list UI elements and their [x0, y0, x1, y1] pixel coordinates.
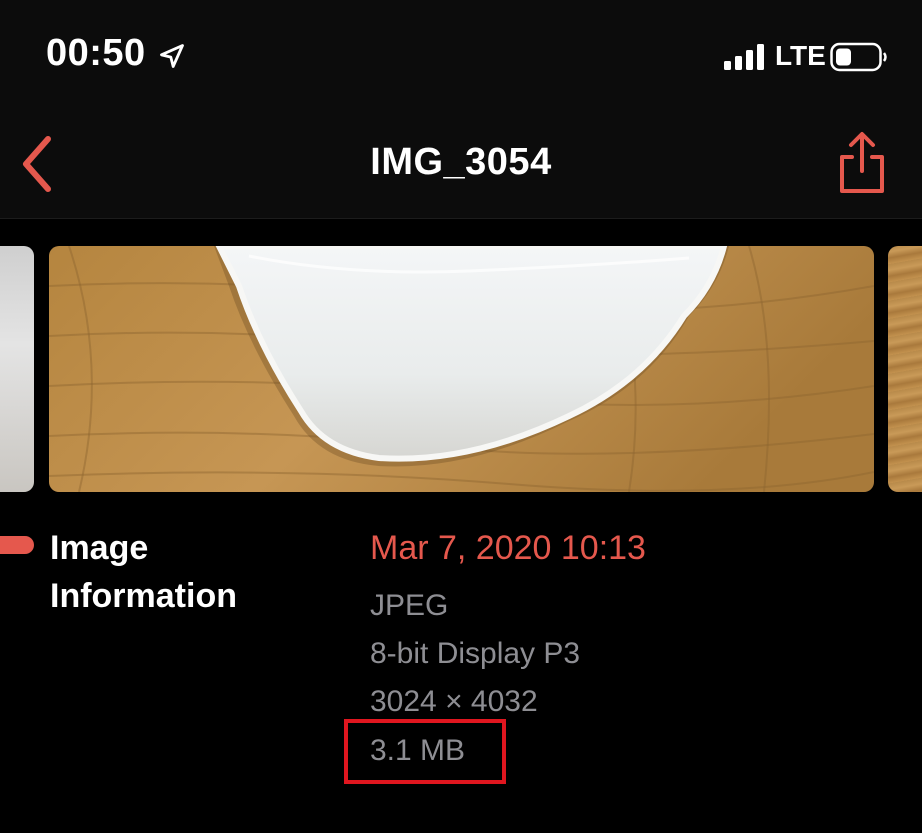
highlight-box [344, 719, 506, 784]
battery-icon [830, 42, 887, 72]
section-heading: Image Information [50, 529, 237, 615]
status-time: 00:50 [46, 32, 146, 74]
page-title: IMG_3054 [370, 141, 552, 183]
next-photo-thumbnail[interactable] [888, 246, 922, 492]
photo-thumbnail[interactable] [49, 246, 874, 492]
share-button[interactable] [832, 129, 892, 199]
location-arrow-icon [160, 44, 184, 68]
navigation-bar: IMG_3054 [0, 115, 922, 219]
content-area: Image Information Mar 7, 2020 10:13 JPEG… [0, 219, 922, 833]
network-label: LTE [775, 40, 826, 71]
share-icon [840, 132, 884, 193]
previous-photo-thumbnail[interactable] [0, 246, 34, 492]
photo-dimensions: 3024 × 4032 [370, 685, 538, 718]
photo-format: JPEG [370, 589, 449, 622]
photo-color-profile: 8-bit Display P3 [370, 637, 581, 670]
cellular-signal-icon [724, 44, 764, 70]
section-marker [0, 536, 34, 554]
photo-date: Mar 7, 2020 10:13 [370, 529, 646, 567]
status-bar: 00:50 LTE [0, 0, 922, 115]
